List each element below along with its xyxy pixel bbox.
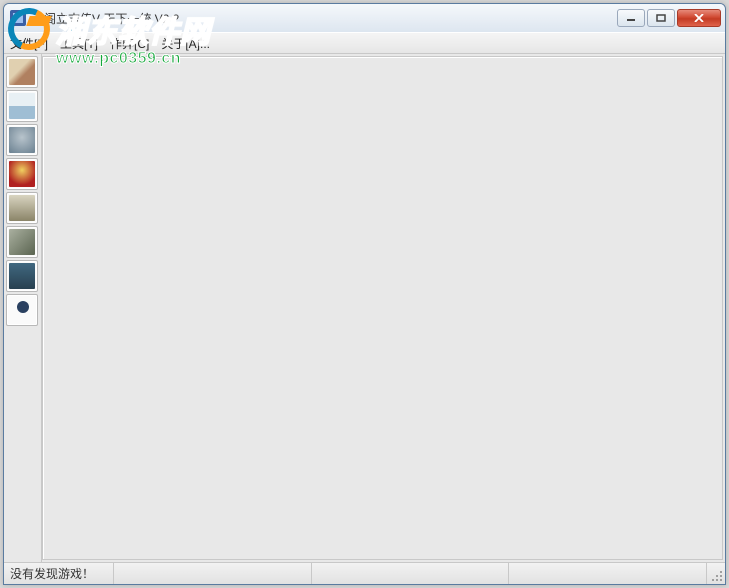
- menu-about[interactable]: 关于[A]...: [161, 35, 210, 52]
- tool-thumb-icon: [9, 93, 35, 119]
- status-cell-2: [312, 563, 510, 584]
- tool-thumb-icon: [9, 263, 35, 289]
- status-cell-3: [509, 563, 707, 584]
- menu-file[interactable]: 文件[F]: [10, 35, 48, 52]
- resize-grip[interactable]: [707, 563, 725, 584]
- tool-button-2[interactable]: [6, 124, 38, 156]
- close-button[interactable]: [677, 9, 721, 27]
- close-icon: [694, 14, 704, 22]
- maximize-button[interactable]: [647, 9, 675, 27]
- minimize-button[interactable]: [617, 9, 645, 27]
- resize-grip-icon: [711, 570, 723, 582]
- side-toolbar: [4, 54, 42, 562]
- tool-thumb-icon: [9, 127, 35, 153]
- tool-thumb-icon: [9, 229, 35, 255]
- tool-button-3[interactable]: [6, 158, 38, 190]
- tool-thumb-icon: [9, 59, 35, 85]
- window-controls: [617, 9, 721, 27]
- status-cell-1: [114, 563, 312, 584]
- title-bar: 太阁立志传V 天下一统 V2.2: [4, 4, 725, 32]
- status-bar: 没有发现游戏！: [4, 562, 725, 584]
- tool-thumb-icon: [9, 161, 35, 187]
- tool-button-5[interactable]: [6, 226, 38, 258]
- app-window: 太阁立志传V 天下一统 V2.2 文件[F] 工具[T] 作弊[C] 关于[A]…: [3, 3, 726, 585]
- app-icon: [10, 10, 26, 26]
- menu-bar: 文件[F] 工具[T] 作弊[C] 关于[A]...: [4, 32, 725, 54]
- client-area: [4, 54, 725, 562]
- tool-thumb-icon: [9, 195, 35, 221]
- tool-button-6[interactable]: [6, 260, 38, 292]
- tool-button-1[interactable]: [6, 90, 38, 122]
- window-title: 太阁立志传V 天下一统 V2.2: [32, 10, 617, 27]
- menu-cheat[interactable]: 作弊[C]: [110, 35, 149, 52]
- status-message: 没有发现游戏！: [4, 563, 114, 584]
- tool-button-4[interactable]: [6, 192, 38, 224]
- content-panel: [42, 56, 723, 560]
- menu-tools[interactable]: 工具[T]: [60, 35, 98, 52]
- tool-button-0[interactable]: [6, 56, 38, 88]
- maximize-icon: [656, 14, 666, 22]
- tool-button-7[interactable]: [6, 294, 38, 326]
- minimize-icon: [626, 14, 636, 22]
